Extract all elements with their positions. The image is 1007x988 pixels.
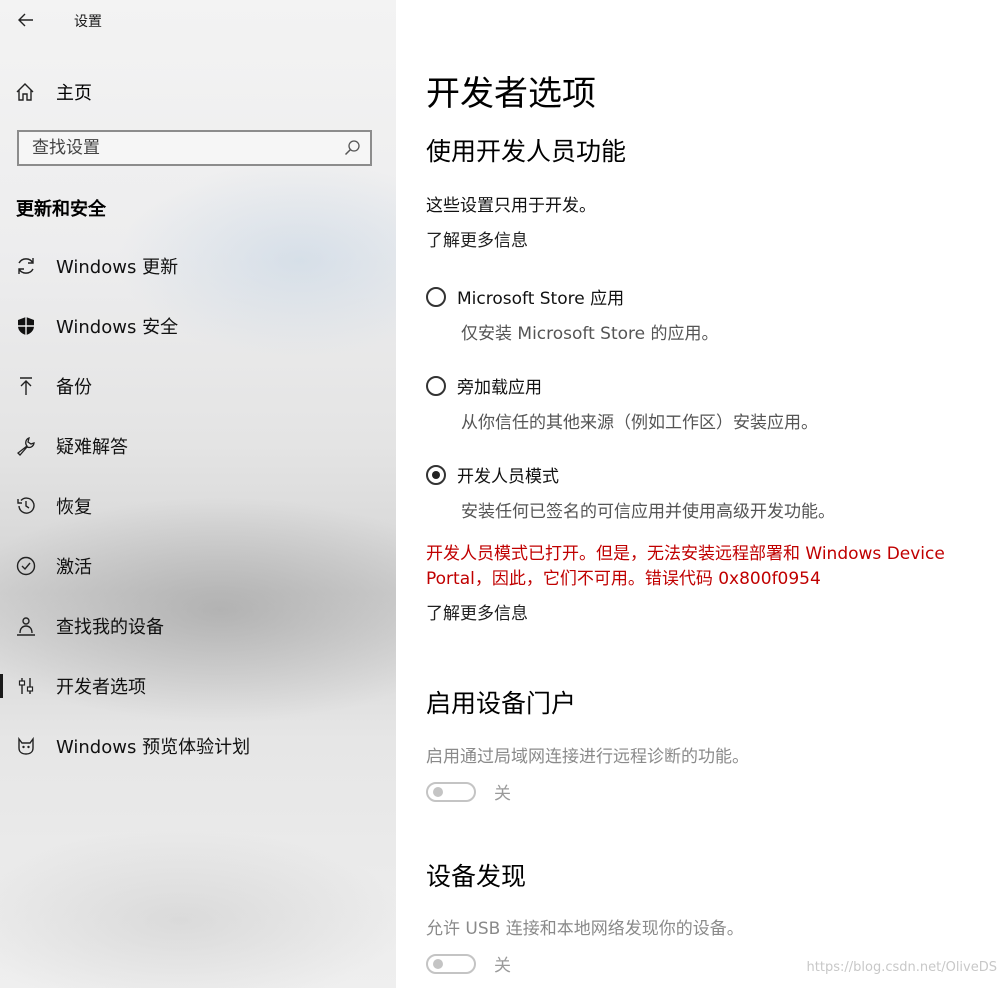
portal-description: 启用通过局域网连接进行远程诊断的功能。 bbox=[426, 747, 749, 767]
selected-indicator bbox=[0, 674, 3, 698]
back-button[interactable] bbox=[14, 8, 38, 32]
sidebar-item-recovery[interactable]: 恢复 bbox=[0, 488, 396, 524]
learn-more-link[interactable]: 了解更多信息 bbox=[426, 226, 528, 251]
search-input[interactable] bbox=[19, 137, 343, 159]
developer-sliders-icon bbox=[15, 675, 37, 697]
radio-label: 旁加载应用 bbox=[457, 378, 542, 398]
search-icon[interactable] bbox=[343, 139, 361, 157]
app-title: 设置 bbox=[74, 14, 102, 30]
portal-toggle[interactable]: 关 bbox=[426, 779, 511, 804]
section-title: 更新和安全 bbox=[16, 199, 106, 220]
refresh-icon bbox=[15, 255, 37, 277]
radio-microsoft-store[interactable]: Microsoft Store 应用 bbox=[426, 284, 624, 309]
sidebar-item-windows-update[interactable]: Windows 更新 bbox=[0, 248, 396, 284]
person-location-icon bbox=[15, 615, 37, 637]
sidebar-item-label: 开发者选项 bbox=[56, 677, 146, 698]
home-link[interactable]: 主页 bbox=[14, 78, 92, 106]
sidebar-item-label: 查找我的设备 bbox=[56, 617, 164, 638]
dev-intro-text: 这些设置只用于开发。 bbox=[426, 196, 596, 216]
shield-icon bbox=[15, 315, 37, 337]
discovery-section-title: 设备发现 bbox=[426, 862, 527, 891]
upload-arrow-icon bbox=[15, 375, 37, 397]
learn-more-link-2[interactable]: 了解更多信息 bbox=[426, 599, 528, 624]
watermark: https://blog.csdn.net/OliveDS bbox=[806, 960, 997, 975]
toggle-label: 关 bbox=[494, 956, 511, 976]
sidebar-item-developer-options[interactable]: 开发者选项 bbox=[0, 668, 396, 704]
sidebar-item-label: 激活 bbox=[56, 557, 92, 578]
radio-developer-mode[interactable]: 开发人员模式 bbox=[426, 462, 559, 487]
main-content: 开发者选项 使用开发人员功能 这些设置只用于开发。 了解更多信息 Microso… bbox=[396, 0, 1007, 988]
radio-description: 安装任何已签名的可信应用并使用高级开发功能。 bbox=[461, 502, 835, 522]
sidebar-item-label: 疑难解答 bbox=[56, 437, 128, 458]
toggle-label: 关 bbox=[494, 784, 511, 804]
radio-sideload[interactable]: 旁加载应用 bbox=[426, 373, 542, 398]
home-icon bbox=[16, 83, 34, 101]
radio-description: 仅安装 Microsoft Store 的应用。 bbox=[461, 324, 719, 344]
sidebar-item-windows-insider[interactable]: Windows 预览体验计划 bbox=[0, 728, 396, 764]
sidebar-item-label: 恢复 bbox=[56, 497, 92, 518]
page-title: 开发者选项 bbox=[426, 74, 596, 114]
sidebar-item-windows-security[interactable]: Windows 安全 bbox=[0, 308, 396, 344]
home-label: 主页 bbox=[56, 83, 92, 104]
sidebar-item-find-my-device[interactable]: 查找我的设备 bbox=[0, 608, 396, 644]
search-box[interactable] bbox=[17, 130, 372, 166]
back-arrow-icon bbox=[18, 13, 33, 27]
discovery-description: 允许 USB 连接和本地网络发现你的设备。 bbox=[426, 919, 744, 939]
radio-button[interactable] bbox=[426, 375, 446, 396]
portal-section-title: 启用设备门户 bbox=[426, 689, 577, 718]
sidebar-item-label: Windows 安全 bbox=[56, 317, 179, 338]
toggle-switch[interactable] bbox=[426, 953, 476, 974]
dev-section-title: 使用开发人员功能 bbox=[426, 137, 627, 166]
sidebar-item-label: 备份 bbox=[56, 377, 92, 398]
radio-button[interactable] bbox=[426, 286, 446, 307]
sidebar: 设置 主页 更新和安全 Windows 更新 Windows 安全 备份 bbox=[0, 0, 396, 988]
check-circle-icon bbox=[15, 555, 37, 577]
sidebar-item-label: Windows 更新 bbox=[56, 257, 179, 278]
radio-description: 从你信任的其他来源（例如工作区）安装应用。 bbox=[461, 413, 818, 433]
cat-icon bbox=[15, 735, 37, 757]
toggle-switch[interactable] bbox=[426, 781, 476, 802]
sidebar-item-backup[interactable]: 备份 bbox=[0, 368, 396, 404]
error-message: 开发人员模式已打开。但是，无法安装远程部署和 Windows Device Po… bbox=[426, 544, 945, 589]
history-icon bbox=[15, 495, 37, 517]
discovery-toggle[interactable]: 关 bbox=[426, 951, 511, 976]
wrench-icon bbox=[15, 435, 37, 457]
sidebar-item-activation[interactable]: 激活 bbox=[0, 548, 396, 584]
radio-label: 开发人员模式 bbox=[457, 467, 559, 487]
sidebar-item-label: Windows 预览体验计划 bbox=[56, 737, 251, 758]
radio-button-selected[interactable] bbox=[426, 464, 446, 485]
radio-label: Microsoft Store 应用 bbox=[457, 289, 625, 309]
sidebar-item-troubleshoot[interactable]: 疑难解答 bbox=[0, 428, 396, 464]
